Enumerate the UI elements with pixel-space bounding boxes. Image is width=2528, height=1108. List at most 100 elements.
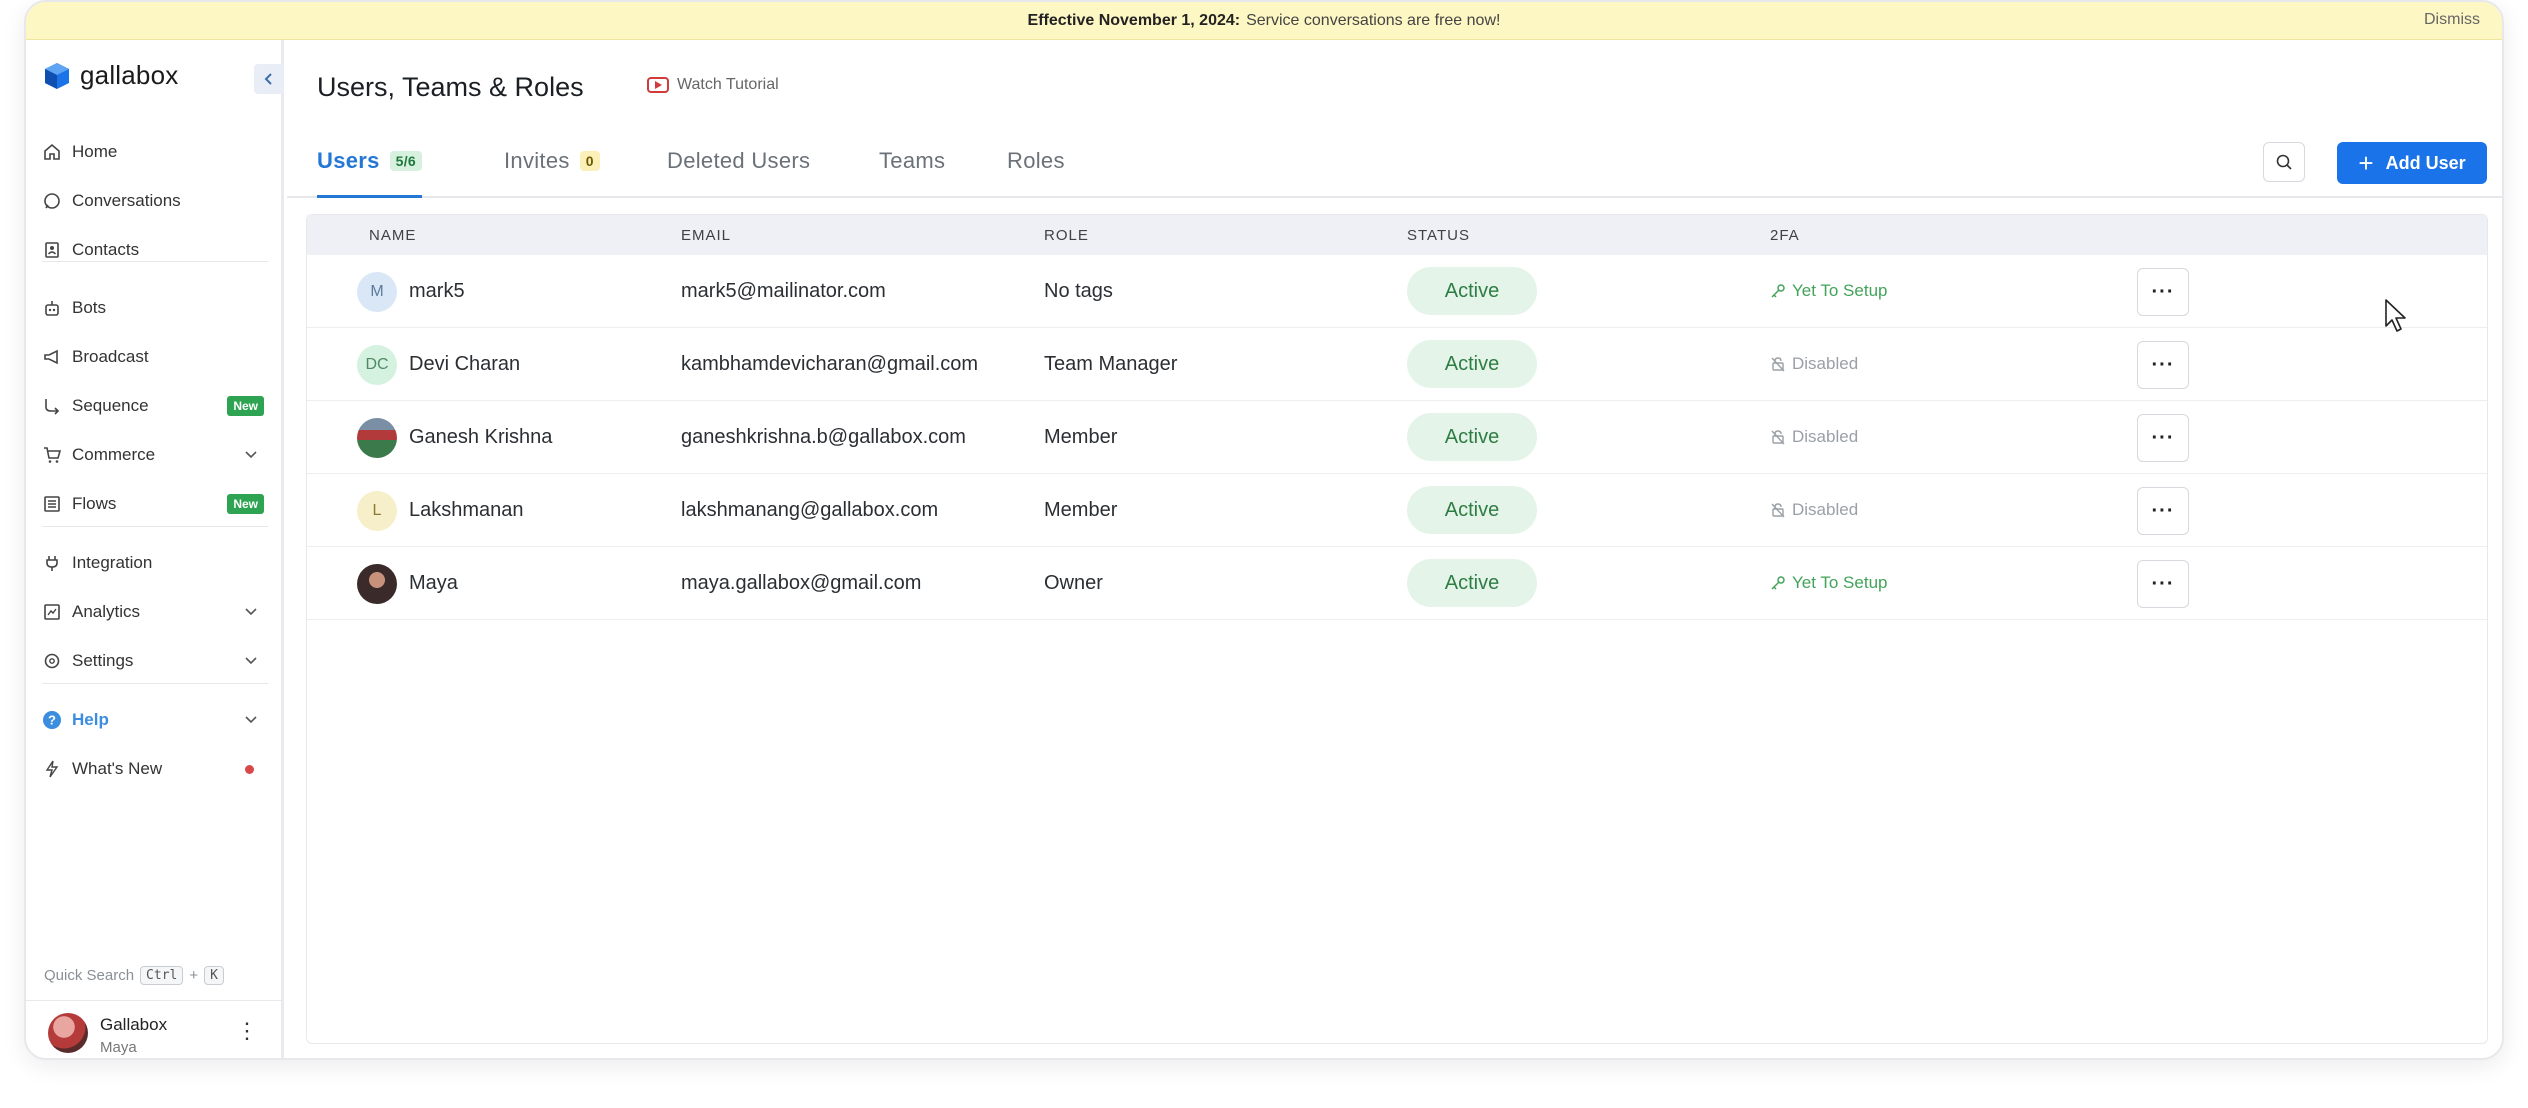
brand-logo[interactable]: gallabox (44, 60, 178, 91)
contacts-icon (42, 240, 62, 260)
tab-deleted-users[interactable]: Deleted Users (667, 148, 810, 198)
app-window: Effective November 1, 2024: Service conv… (24, 0, 2504, 1060)
sidebar-item-label: Flows (72, 494, 117, 513)
user-name: Lakshmanan (409, 499, 524, 521)
kebab-menu-icon[interactable]: ⋮ (236, 1020, 258, 1045)
nav-divider (42, 683, 268, 684)
chevron-down-icon (245, 451, 257, 459)
mouse-cursor-icon (2385, 299, 2406, 332)
tab-teams[interactable]: Teams (879, 148, 945, 198)
user-email: ganeshkrishna.b@gallabox.com (681, 426, 966, 448)
table-row[interactable]: M mark5 mark5@mailinator.com No tags Act… (307, 255, 2487, 328)
status-badge: Active (1407, 413, 1537, 461)
2fa-label: Disabled (1792, 354, 1859, 373)
users-count-badge: 5/6 (389, 151, 423, 171)
sidebar-item-integration[interactable]: Integration (42, 545, 268, 581)
row-actions-button[interactable]: ··· (2137, 268, 2189, 316)
row-actions-button[interactable]: ··· (2137, 414, 2189, 462)
lock-off-icon (1771, 357, 1785, 372)
search-button[interactable] (2263, 142, 2305, 182)
watch-tutorial-link[interactable]: Watch Tutorial (647, 76, 779, 94)
nav-divider (42, 261, 268, 262)
brand-name: gallabox (80, 60, 179, 90)
status-badge: Active (1407, 340, 1537, 388)
sidebar-item-home[interactable]: Home (42, 134, 268, 170)
sidebar-item-flows[interactable]: Flows New (42, 486, 268, 522)
nav-divider (42, 526, 268, 527)
add-user-button[interactable]: + Add User (2337, 142, 2487, 184)
banner-message: Service conversations are free now! (1246, 11, 1501, 29)
column-header-role[interactable]: ROLE (1044, 227, 1089, 244)
new-badge: New (227, 494, 264, 514)
tab-label: Roles (1007, 148, 1065, 173)
row-actions-button[interactable]: ··· (2137, 560, 2189, 608)
sidebar-item-label: Contacts (72, 240, 140, 259)
sidebar-item-label: Commerce (72, 445, 156, 464)
quick-search-label: Quick Search (44, 967, 135, 984)
sidebar-item-label: Conversations (72, 191, 181, 210)
sidebar-item-commerce[interactable]: Commerce (42, 437, 268, 473)
sidebar-item-analytics[interactable]: Analytics (42, 594, 268, 630)
row-actions-button[interactable]: ··· (2137, 341, 2189, 389)
tab-label: Users (317, 148, 380, 173)
sidebar-item-whats-new[interactable]: What's New (42, 751, 268, 787)
user-name: Gallabox (100, 1015, 168, 1034)
table-row[interactable]: DC Devi Charan kambhamdevicharan@gmail.c… (307, 328, 2487, 401)
user-role: Owner (1044, 572, 1103, 594)
chevron-down-icon (245, 608, 257, 616)
tab-roles[interactable]: Roles (1007, 148, 1065, 198)
sidebar-item-conversations[interactable]: Conversations (42, 183, 268, 219)
2fa-label: Disabled (1792, 427, 1859, 446)
main-content: Users, Teams & Roles Watch Tutorial User… (287, 40, 2502, 1058)
table-header: NAME EMAIL ROLE STATUS 2FA (307, 215, 2487, 255)
analytics-icon (42, 602, 62, 622)
avatar (357, 564, 397, 604)
table-row[interactable]: L Lakshmanan lakshmanang@gallabox.com Me… (307, 474, 2487, 547)
table-row[interactable]: Maya maya.gallabox@gmail.com Owner Activ… (307, 547, 2487, 620)
column-header-status[interactable]: STATUS (1407, 227, 1470, 244)
tab-bar: Users 5/6 Invites 0 Deleted Users Teams … (287, 140, 2502, 198)
status-badge: Active (1407, 559, 1537, 607)
collapse-sidebar-button[interactable] (254, 64, 284, 94)
column-header-email[interactable]: EMAIL (681, 227, 731, 244)
youtube-icon (647, 77, 669, 93)
banner-bold-text: Effective November 1, 2024: (1027, 11, 1241, 29)
user-profile[interactable]: Gallabox Maya ⋮ (26, 1000, 284, 1058)
cart-icon (42, 445, 62, 465)
sidebar-item-sequence[interactable]: Sequence New (42, 388, 268, 424)
sidebar-item-label: Help (72, 710, 109, 729)
sidebar-item-label: Sequence (72, 396, 149, 415)
svg-text:?: ? (48, 713, 56, 728)
column-header-name[interactable]: NAME (369, 227, 416, 244)
search-icon (2276, 154, 2292, 170)
sidebar-item-settings[interactable]: Settings (42, 643, 268, 679)
k-key: K (204, 966, 224, 985)
user-subtitle: Maya (100, 1039, 137, 1056)
help-icon: ? (42, 710, 62, 730)
sidebar-item-label: What's New (72, 759, 163, 778)
sidebar-item-broadcast[interactable]: Broadcast (42, 339, 268, 375)
dismiss-button[interactable]: Dismiss (2424, 11, 2480, 29)
notification-dot (245, 765, 254, 774)
status-badge: Active (1407, 267, 1537, 315)
2fa-status: Yet To Setup (1770, 573, 1887, 593)
plus-sign: + (189, 967, 199, 984)
invites-count-badge: 0 (579, 151, 600, 171)
chevron-left-icon (264, 73, 272, 85)
user-name: mark5 (409, 280, 465, 302)
column-header-2fa[interactable]: 2FA (1770, 227, 1800, 244)
user-role: Team Manager (1044, 353, 1178, 375)
user-email: mark5@mailinator.com (681, 280, 886, 302)
row-actions-button[interactable]: ··· (2137, 487, 2189, 535)
bolt-icon (42, 759, 62, 779)
sidebar-item-contacts[interactable]: Contacts (42, 232, 268, 268)
avatar: L (357, 491, 397, 531)
quick-search-hint[interactable]: Quick Search Ctrl + K (44, 966, 230, 985)
table-row[interactable]: Ganesh Krishna ganeshkrishna.b@gallabox.… (307, 401, 2487, 474)
sidebar-item-bots[interactable]: Bots (42, 290, 268, 326)
sidebar-item-label: Analytics (72, 602, 141, 621)
tab-users[interactable]: Users 5/6 (317, 148, 423, 198)
tab-invites[interactable]: Invites 0 (504, 148, 600, 198)
tab-label: Invites (504, 148, 570, 173)
sidebar-item-help[interactable]: ? Help (42, 702, 268, 738)
